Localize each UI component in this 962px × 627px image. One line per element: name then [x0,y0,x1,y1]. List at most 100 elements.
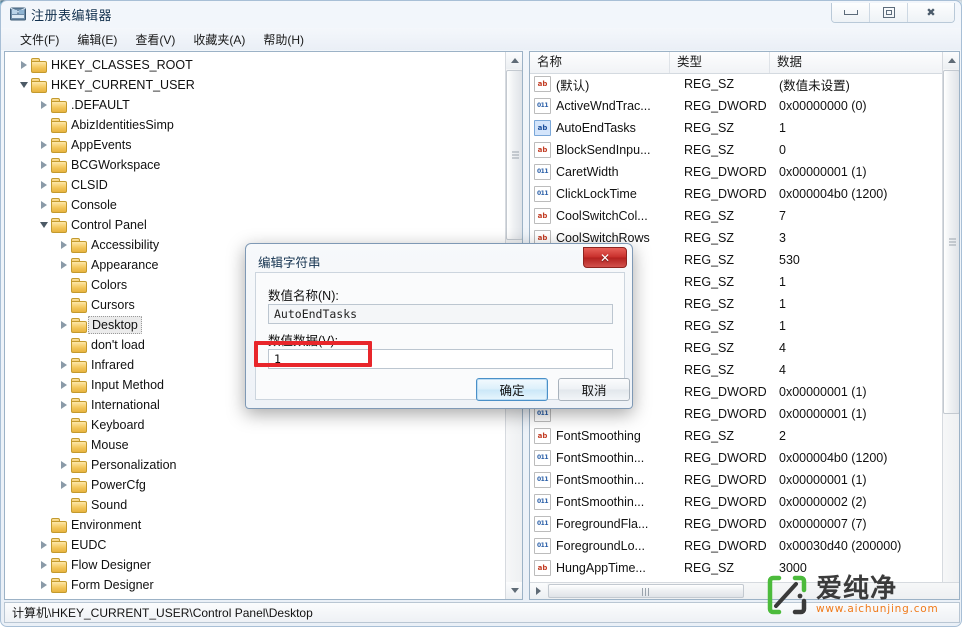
string-value-icon: ab [534,208,551,224]
expand-arrow-icon[interactable] [37,555,50,575]
menu-item-4[interactable]: 帮助(H) [254,29,313,50]
dword-value-icon: 011 [534,164,551,180]
tree-node-label: AppEvents [71,138,132,152]
folder-icon [70,478,87,493]
tree-node[interactable]: Flow Designer [5,555,505,575]
table-row[interactable]: 011 ActiveWndTrac... REG_DWORD 0x00000000 (… [530,95,943,117]
maximize-button[interactable] [870,3,908,22]
table-row[interactable]: ab (默认) REG_SZ (数值未设置) [530,73,943,95]
value-name-input[interactable]: AutoEndTasks [268,304,613,324]
value-type-cell: REG_DWORD [684,539,767,553]
expand-arrow-icon[interactable] [57,355,70,375]
table-row[interactable]: 011 FontSmoothin... REG_DWORD 0x00000002 (2… [530,491,943,513]
column-header-1[interactable]: 类型 [670,52,770,73]
tree-node[interactable]: CLSID [5,175,505,195]
tree-node[interactable]: Environment [5,515,505,535]
tree-node[interactable]: AppEvents [5,135,505,155]
expand-arrow-icon[interactable] [37,195,50,215]
dialog-close-button[interactable]: ✕ [583,247,627,268]
expand-arrow-icon[interactable] [37,155,50,175]
ok-button[interactable]: 确定 [476,378,548,401]
menu-item-3[interactable]: 收藏夹(A) [184,29,254,50]
string-value-icon: ab [534,142,551,158]
tree-node-label: BCGWorkspace [71,158,161,172]
expand-arrow-icon[interactable] [57,375,70,395]
folder-icon [70,258,87,273]
tree-node[interactable]: Console [5,195,505,215]
tree-node[interactable]: HKEY_CURRENT_USER [5,75,505,95]
tree-node[interactable]: AbizIdentitiesSimp [5,115,505,135]
menu-bar: 文件(F) 编辑(E) 查看(V) 收藏夹(A) 帮助(H) [1,28,961,50]
table-row[interactable]: 011 ClickLockTime REG_DWORD 0x000004b0 (120… [530,183,943,205]
cancel-button[interactable]: 取消 [558,378,630,401]
table-row[interactable]: ab CoolSwitchCol... REG_SZ 7 [530,205,943,227]
tree-node[interactable]: BCGWorkspace [5,155,505,175]
string-value-icon: ab [534,428,551,444]
tree-scroll-up-button[interactable] [506,52,522,69]
expand-arrow-icon[interactable] [57,235,70,255]
list-scroll-thumb[interactable] [943,70,959,414]
tree-node-label: CLSID [71,178,108,192]
table-row[interactable]: ab BlockSendInpu... REG_SZ 0 [530,139,943,161]
dword-value-icon: 011 [534,186,551,202]
value-data-cell: 1 [779,275,786,289]
table-row[interactable]: 011 ForegroundLo... REG_DWORD 0x00030d40 (2… [530,535,943,557]
tree-scroll-down-button[interactable] [506,582,522,599]
expand-arrow-icon[interactable] [37,135,50,155]
expand-arrow-icon[interactable] [37,535,50,555]
tree-node[interactable]: Sound [5,495,505,515]
expand-arrow-icon[interactable] [57,475,70,495]
table-row[interactable]: 011 CaretWidth REG_DWORD 0x00000001 (1) [530,161,943,183]
collapse-arrow-icon[interactable] [17,75,30,95]
table-row[interactable]: ab FontSmoothing REG_SZ 2 [530,425,943,447]
value-data-cell: 0x00000001 (1) [779,385,867,399]
dialog-title: 编辑字符串 [258,256,321,270]
expand-arrow-icon[interactable] [37,95,50,115]
tree-node[interactable]: PowerCfg [5,475,505,495]
title-bar[interactable]: 注册表编辑器 ✖ [1,1,961,28]
expand-arrow-icon[interactable] [57,455,70,475]
collapse-arrow-icon[interactable] [37,215,50,235]
table-row[interactable]: 011 FontSmoothin... REG_DWORD 0x00000001 (1… [530,469,943,491]
table-row[interactable]: ab AutoEndTasks REG_SZ 1 [530,117,943,139]
ok-label: 确定 [499,384,525,398]
folder-icon [70,358,87,373]
column-header-2[interactable]: 数据 [770,52,943,73]
tree-node[interactable]: .DEFAULT [5,95,505,115]
list-scroll-left-button[interactable] [530,583,547,599]
close-button[interactable]: ✖ [908,3,954,22]
value-name-cell: HungAppTime... [556,561,646,575]
tree-scroll-thumb[interactable] [506,70,522,240]
menu-item-2[interactable]: 查看(V) [126,29,184,50]
expand-arrow-icon[interactable] [37,575,50,595]
chevron-up-icon [947,58,956,63]
value-type-cell: REG_SZ [684,319,735,333]
table-row[interactable]: 011 FontSmoothin... REG_DWORD 0x000004b0 (1… [530,447,943,469]
tree-node[interactable]: Form Designer [5,575,505,595]
tree-indent-spacer [57,295,70,315]
watermark-brand: 爱纯净 [816,573,898,604]
list-hscroll-thumb[interactable] [548,584,744,598]
expand-arrow-icon[interactable] [57,395,70,415]
tree-node[interactable]: Control Panel [5,215,505,235]
minimize-button[interactable] [832,3,870,22]
registry-editor-icon [9,5,27,23]
tree-node[interactable]: Keyboard [5,415,505,435]
list-vertical-scrollbar[interactable] [942,52,959,582]
tree-node[interactable]: Mouse [5,435,505,455]
tree-node[interactable]: EUDC [5,535,505,555]
table-row[interactable]: 011 ForegroundFla... REG_DWORD 0x00000007 (… [530,513,943,535]
expand-arrow-icon[interactable] [57,255,70,275]
list-scroll-up-button[interactable] [943,52,959,69]
folder-icon [50,198,67,213]
expand-arrow-icon[interactable] [57,315,70,335]
value-data-cell: 7 [779,209,786,223]
tree-node[interactable]: Personalization [5,455,505,475]
menu-item-0[interactable]: 文件(F) [11,29,68,50]
tree-node[interactable]: HKEY_CLASSES_ROOT [5,55,505,75]
menu-item-1[interactable]: 编辑(E) [68,29,126,50]
window-controls: ✖ [831,3,955,23]
expand-arrow-icon[interactable] [37,175,50,195]
expand-arrow-icon[interactable] [17,55,30,75]
column-header-0[interactable]: 名称 [530,52,670,73]
